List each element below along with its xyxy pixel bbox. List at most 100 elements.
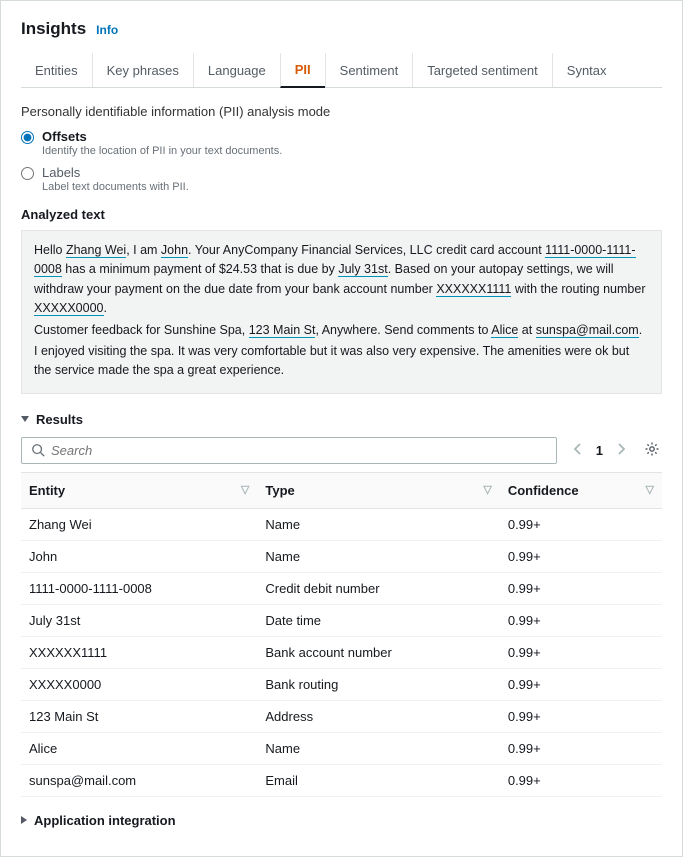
table-row: July 31stDate time0.99+ xyxy=(21,604,662,636)
page-title: Insights xyxy=(21,19,86,39)
text-fragment: Customer feedback for Sunshine Spa, xyxy=(34,323,249,337)
cell-confidence: 0.99+ xyxy=(500,636,662,668)
cell-confidence: 0.99+ xyxy=(500,668,662,700)
tab-sentiment[interactable]: Sentiment xyxy=(325,53,413,87)
text-fragment: Hello xyxy=(34,243,66,257)
col-type[interactable]: Type ▽ xyxy=(257,472,499,508)
text-fragment: , I am xyxy=(126,243,161,257)
col-entity[interactable]: Entity ▽ xyxy=(21,472,257,508)
settings-button[interactable] xyxy=(642,439,662,462)
text-fragment: at xyxy=(518,323,535,337)
chevron-left-icon xyxy=(573,443,582,455)
next-page-button[interactable] xyxy=(613,440,630,461)
table-row: 123 Main StAddress0.99+ xyxy=(21,700,662,732)
cell-confidence: 0.99+ xyxy=(500,700,662,732)
cell-confidence: 0.99+ xyxy=(500,764,662,796)
sort-icon: ▽ xyxy=(483,483,491,496)
search-icon xyxy=(31,443,45,457)
page-number: 1 xyxy=(596,443,603,458)
col-entity-label: Entity xyxy=(29,483,65,498)
analyzed-text-title: Analyzed text xyxy=(21,207,662,222)
tab-pii[interactable]: PII xyxy=(280,53,325,88)
gear-icon xyxy=(644,441,660,457)
table-row: XXXXX0000Bank routing0.99+ xyxy=(21,668,662,700)
text-fragment: , Anywhere. Send comments to xyxy=(315,323,491,337)
pii-highlight-name: Zhang Wei xyxy=(66,243,126,258)
cell-type: Bank routing xyxy=(257,668,499,700)
radio-offsets-label: Offsets xyxy=(42,129,282,144)
chevron-right-icon xyxy=(21,816,27,824)
info-link[interactable]: Info xyxy=(96,23,118,37)
radio-offsets-row[interactable]: Offsets Identify the location of PII in … xyxy=(21,129,662,157)
pii-highlight-name: John xyxy=(161,243,188,258)
pii-highlight-email: sunspa@mail.com xyxy=(536,323,639,338)
tab-entities[interactable]: Entities xyxy=(21,53,92,87)
radio-labels-label: Labels xyxy=(42,165,189,180)
cell-type: Name xyxy=(257,508,499,540)
tab-bar: Entities Key phrases Language PII Sentim… xyxy=(21,53,662,88)
results-title: Results xyxy=(36,412,83,427)
cell-entity: Alice xyxy=(21,732,257,764)
pager: 1 xyxy=(569,440,630,461)
app-integration-label: Application integration xyxy=(34,813,176,828)
table-row: XXXXXX1111Bank account number0.99+ xyxy=(21,636,662,668)
panel-header: Insights Info xyxy=(21,19,662,39)
chevron-right-icon xyxy=(617,443,626,455)
cell-type: Date time xyxy=(257,604,499,636)
cell-entity: John xyxy=(21,540,257,572)
pii-highlight-date: July 31st xyxy=(338,262,387,277)
cell-entity: 123 Main St xyxy=(21,700,257,732)
cell-entity: sunspa@mail.com xyxy=(21,764,257,796)
cell-confidence: 0.99+ xyxy=(500,508,662,540)
results-expander[interactable]: Results xyxy=(21,412,662,427)
cell-entity: XXXXXX1111 xyxy=(21,636,257,668)
cell-type: Email xyxy=(257,764,499,796)
pii-highlight-name: Alice xyxy=(491,323,518,338)
table-row: 1111-0000-1111-0008Credit debit number0.… xyxy=(21,572,662,604)
text-fragment: with the routing number xyxy=(511,282,645,296)
radio-offsets[interactable] xyxy=(21,131,34,144)
tab-syntax[interactable]: Syntax xyxy=(552,53,621,87)
table-row: sunspa@mail.comEmail0.99+ xyxy=(21,764,662,796)
cell-entity: XXXXX0000 xyxy=(21,668,257,700)
app-integration-expander[interactable]: Application integration xyxy=(21,813,662,828)
search-input[interactable] xyxy=(51,443,547,458)
cell-type: Name xyxy=(257,732,499,764)
table-row: Zhang WeiName0.99+ xyxy=(21,508,662,540)
cell-type: Name xyxy=(257,540,499,572)
col-type-label: Type xyxy=(265,483,294,498)
cell-type: Bank account number xyxy=(257,636,499,668)
sort-icon: ▽ xyxy=(241,483,249,496)
tab-key-phrases[interactable]: Key phrases xyxy=(92,53,193,87)
analyzed-text-box: Hello Zhang Wei, I am John. Your AnyComp… xyxy=(21,230,662,394)
insights-panel: Insights Info Entities Key phrases Langu… xyxy=(0,0,683,857)
analysis-mode-radios: Offsets Identify the location of PII in … xyxy=(21,129,662,193)
text-fragment: . xyxy=(104,301,107,315)
pii-highlight-address: 123 Main St xyxy=(249,323,316,338)
cell-type: Credit debit number xyxy=(257,572,499,604)
cell-entity: July 31st xyxy=(21,604,257,636)
chevron-down-icon xyxy=(21,416,29,422)
text-fragment: I enjoyed visiting the spa. It was very … xyxy=(34,342,649,381)
cell-confidence: 0.99+ xyxy=(500,604,662,636)
tab-language[interactable]: Language xyxy=(193,53,280,87)
analysis-mode-label: Personally identifiable information (PII… xyxy=(21,104,662,119)
search-wrap[interactable] xyxy=(21,437,557,464)
cell-confidence: 0.99+ xyxy=(500,732,662,764)
pii-highlight-account: XXXXXX1111 xyxy=(436,282,511,297)
text-fragment: has a minimum payment of $24.53 that is … xyxy=(62,262,339,276)
prev-page-button[interactable] xyxy=(569,440,586,461)
col-confidence[interactable]: Confidence▽ xyxy=(500,472,662,508)
tab-targeted-sentiment[interactable]: Targeted sentiment xyxy=(412,53,552,87)
table-row: JohnName0.99+ xyxy=(21,540,662,572)
cell-entity: 1111-0000-1111-0008 xyxy=(21,572,257,604)
text-fragment: . xyxy=(639,323,642,337)
results-table: Entity ▽ Type ▽ Confidence▽ Zhang WeiName0… xyxy=(21,472,662,797)
radio-labels-desc: Label text documents with PII. xyxy=(42,181,189,193)
radio-labels[interactable] xyxy=(21,167,34,180)
results-toolbar: 1 xyxy=(21,437,662,464)
radio-offsets-desc: Identify the location of PII in your tex… xyxy=(42,145,282,157)
radio-labels-row[interactable]: Labels Label text documents with PII. xyxy=(21,165,662,193)
table-row: AliceName0.99+ xyxy=(21,732,662,764)
pii-highlight-routing: XXXXX0000 xyxy=(34,301,104,316)
